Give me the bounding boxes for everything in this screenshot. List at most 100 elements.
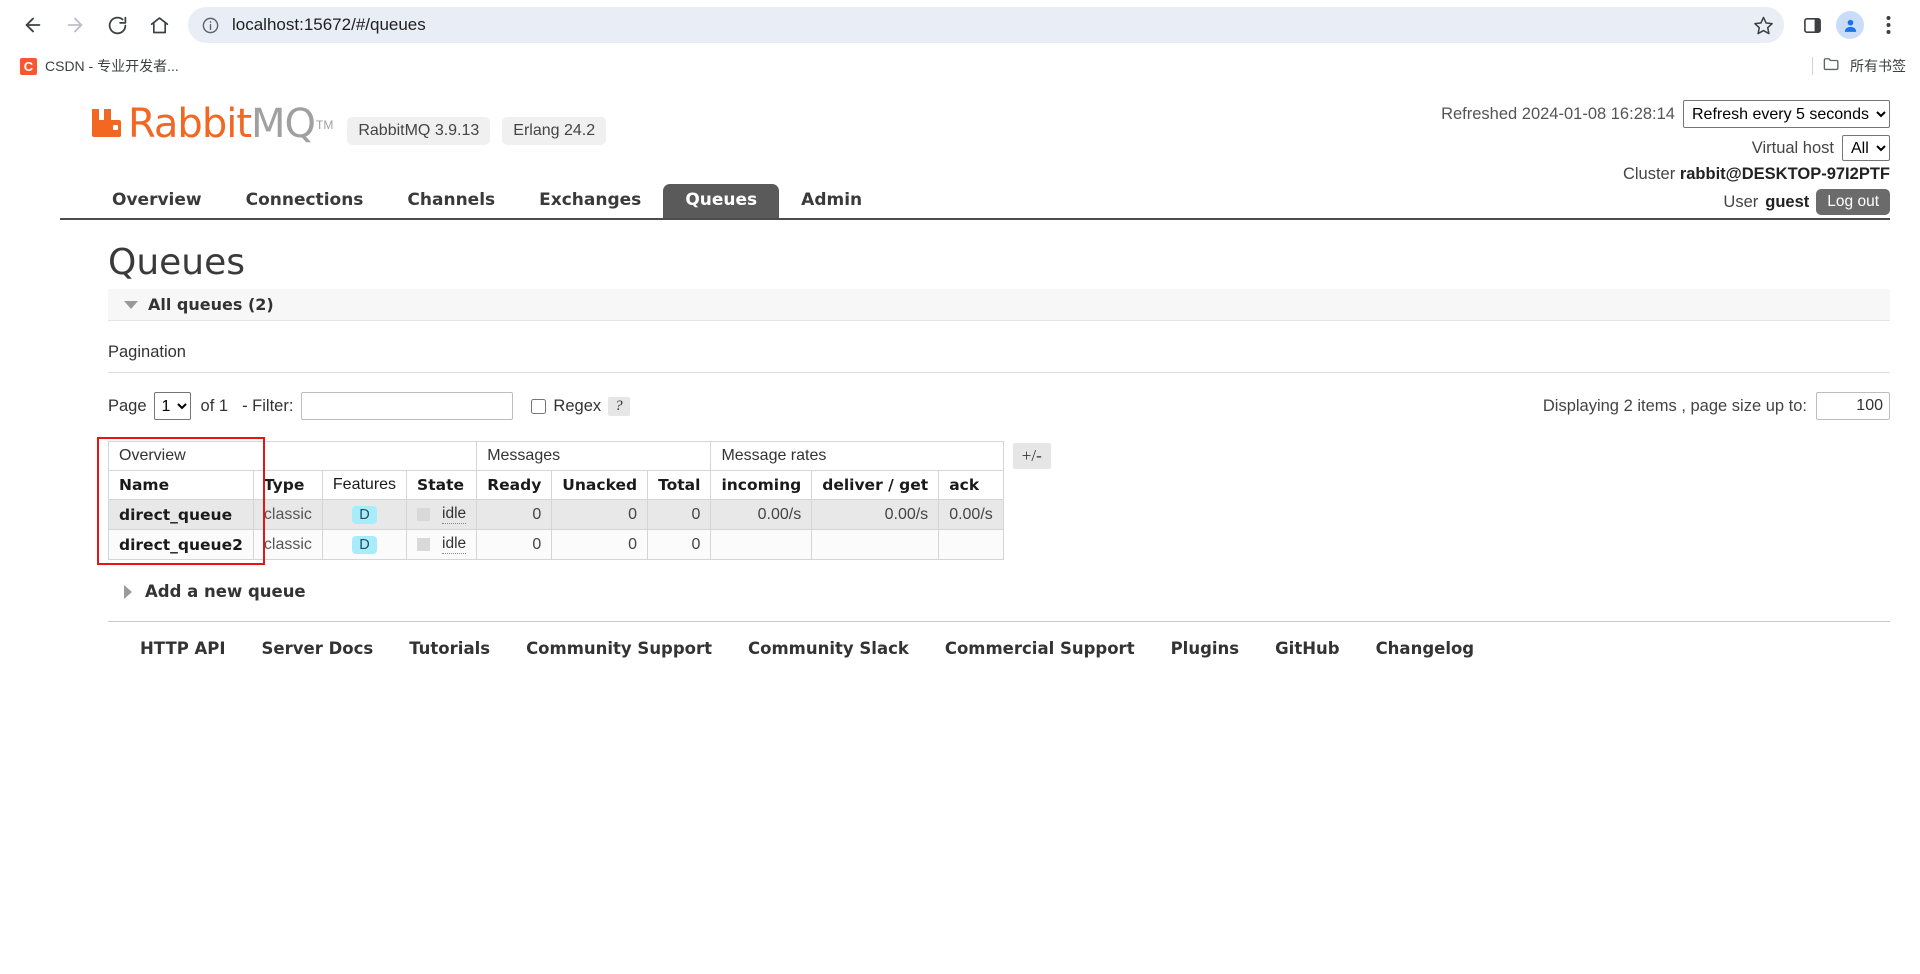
back-button[interactable] xyxy=(14,6,52,44)
vhost-label: Virtual host xyxy=(1751,138,1834,157)
col-ack[interactable]: ack xyxy=(938,470,1004,500)
durable-badge: D xyxy=(352,535,377,554)
tab-admin[interactable]: Admin xyxy=(779,184,884,218)
footer-link-github[interactable]: GitHub xyxy=(1275,639,1339,658)
cluster-label: Cluster xyxy=(1622,165,1676,183)
site-info-icon[interactable] xyxy=(196,11,224,39)
all-bookmarks-button[interactable]: 所有书签 xyxy=(1812,54,1906,78)
regex-checkbox[interactable] xyxy=(531,398,547,414)
state-label[interactable]: idle xyxy=(442,505,467,524)
footer-link-commercial-support[interactable]: Commercial Support xyxy=(945,639,1135,658)
tab-channels[interactable]: Channels xyxy=(385,184,517,218)
col-deliver-get[interactable]: deliver / get xyxy=(811,470,940,500)
reload-button[interactable] xyxy=(98,6,136,44)
tab-exchanges[interactable]: Exchanges xyxy=(517,184,663,218)
profile-button[interactable] xyxy=(1832,7,1868,43)
home-button[interactable] xyxy=(140,6,178,44)
help-icon[interactable]: ? xyxy=(608,396,630,416)
vhost-select[interactable]: All xyxy=(1842,135,1890,161)
brand-block: RabbitMQ TM RabbitMQ 3.9.13 Erlang 24.2 xyxy=(90,104,607,149)
footer-link-changelog[interactable]: Changelog xyxy=(1376,639,1475,658)
page-of-label: of 1 xyxy=(200,396,229,415)
footer-link-community-support[interactable]: Community Support xyxy=(526,639,712,658)
add-queue-section[interactable]: Add a new queue xyxy=(124,582,1890,601)
queues-table-head: Overview Messages Message rates Name Typ… xyxy=(107,441,1004,500)
bookmarks-bar: C CSDN - 专业开发者... 所有书签 xyxy=(0,50,1920,82)
pagination-controls: Page 1 of 1 - Filter: Regex ? Displaying… xyxy=(108,389,1890,423)
group-header-overview: Overview xyxy=(107,441,478,471)
folder-icon xyxy=(1822,54,1841,78)
displaying-info: Displaying 2 items , page size up to: xyxy=(1543,392,1890,420)
state-indicator-icon xyxy=(417,538,431,551)
erlang-version-badge: Erlang 24.2 xyxy=(502,117,607,145)
table-row[interactable]: direct_queue2 classic D idle 0 0 0 xyxy=(108,529,1004,560)
queues-table-zone: Overview Messages Message rates Name Typ… xyxy=(97,437,1890,565)
col-incoming[interactable]: incoming xyxy=(710,470,813,500)
page-size-input[interactable] xyxy=(1816,392,1890,420)
footer-divider xyxy=(108,621,1890,622)
footer-link-server-docs[interactable]: Server Docs xyxy=(262,639,374,658)
col-name[interactable]: Name xyxy=(108,470,254,500)
filter-input[interactable] xyxy=(301,392,514,420)
toggle-columns-button[interactable]: +/- xyxy=(1012,443,1051,469)
version-badges: RabbitMQ 3.9.13 Erlang 24.2 xyxy=(347,117,607,145)
footer-link-tutorials[interactable]: Tutorials xyxy=(409,639,490,658)
browser-menu-icon[interactable] xyxy=(1870,7,1906,43)
col-unacked[interactable]: Unacked xyxy=(551,470,649,500)
tab-connections[interactable]: Connections xyxy=(224,184,386,218)
table-row[interactable]: direct_queue classic D idle 0 0 0 0.00/s… xyxy=(108,499,1004,530)
forward-button[interactable] xyxy=(56,6,94,44)
main-navigation: Overview Connections Channels Exchanges … xyxy=(60,183,1890,220)
rabbitmq-header: RabbitMQ TM RabbitMQ 3.9.13 Erlang 24.2 … xyxy=(30,82,1890,215)
queue-name[interactable]: direct_queue xyxy=(108,499,254,530)
chevron-down-icon xyxy=(124,300,138,309)
messages-ready: 0 xyxy=(476,499,553,530)
queue-type: classic xyxy=(252,529,323,560)
queue-features: D xyxy=(321,499,408,530)
refresh-row: Refreshed 2024-01-08 16:28:14 Refresh ev… xyxy=(1441,100,1890,128)
logo-mq-text: MQ xyxy=(251,101,316,147)
queue-type: classic xyxy=(252,499,323,530)
queue-name[interactable]: direct_queue2 xyxy=(108,529,254,560)
page-label: Page xyxy=(108,396,147,415)
rabbitmq-version-badge: RabbitMQ 3.9.13 xyxy=(347,117,491,145)
vhost-row: Virtual host All xyxy=(1441,134,1890,162)
avatar xyxy=(1836,11,1864,39)
browser-actions xyxy=(1794,7,1906,43)
bookmark-item[interactable]: C CSDN - 专业开发者... xyxy=(14,53,185,79)
regex-label: Regex xyxy=(553,396,602,415)
main-content: Queues All queues (2) Pagination Page 1 … xyxy=(60,242,1890,658)
rate-ack xyxy=(938,529,1004,560)
side-panel-icon[interactable] xyxy=(1794,7,1830,43)
refreshed-timestamp: Refreshed 2024-01-08 16:28:14 xyxy=(1441,104,1675,123)
footer-links: HTTP API Server Docs Tutorials Community… xyxy=(140,639,1890,658)
col-ready[interactable]: Ready xyxy=(476,470,553,500)
logo-wordmark: RabbitMQ xyxy=(128,101,316,147)
browser-toolbar: localhost:15672/#/queues xyxy=(0,0,1920,50)
footer-link-http-api[interactable]: HTTP API xyxy=(140,639,226,658)
refresh-interval-select[interactable]: Refresh every 5 seconds xyxy=(1683,100,1890,128)
footer-link-community-slack[interactable]: Community Slack xyxy=(748,639,909,658)
all-queues-section-header[interactable]: All queues (2) xyxy=(108,289,1890,321)
regex-control: Regex ? xyxy=(531,396,630,416)
group-header-messages: Messages xyxy=(476,441,712,471)
address-bar[interactable]: localhost:15672/#/queues xyxy=(188,7,1784,43)
rate-deliver-get xyxy=(811,529,940,560)
col-features[interactable]: Features xyxy=(321,470,408,500)
footer-link-plugins[interactable]: Plugins xyxy=(1171,639,1240,658)
cluster-name: rabbit@DESKTOP-97I2PTF xyxy=(1679,165,1890,183)
queue-state: idle xyxy=(406,499,478,530)
csdn-favicon-icon: C xyxy=(20,57,37,75)
tab-overview[interactable]: Overview xyxy=(90,184,224,218)
bookmark-star-icon[interactable] xyxy=(1748,10,1778,40)
rabbitmq-logo[interactable]: RabbitMQ TM xyxy=(90,104,333,144)
rabbitmq-page: RabbitMQ TM RabbitMQ 3.9.13 Erlang 24.2 … xyxy=(0,82,1920,974)
col-state[interactable]: State xyxy=(406,470,478,500)
col-total[interactable]: Total xyxy=(647,470,712,500)
rate-ack: 0.00/s xyxy=(938,499,1004,530)
tab-queues[interactable]: Queues xyxy=(663,183,780,218)
col-type[interactable]: Type xyxy=(252,470,323,500)
queues-table: Overview Messages Message rates Name Typ… xyxy=(107,441,1004,560)
state-label[interactable]: idle xyxy=(442,535,467,554)
page-select[interactable]: 1 xyxy=(153,392,191,420)
